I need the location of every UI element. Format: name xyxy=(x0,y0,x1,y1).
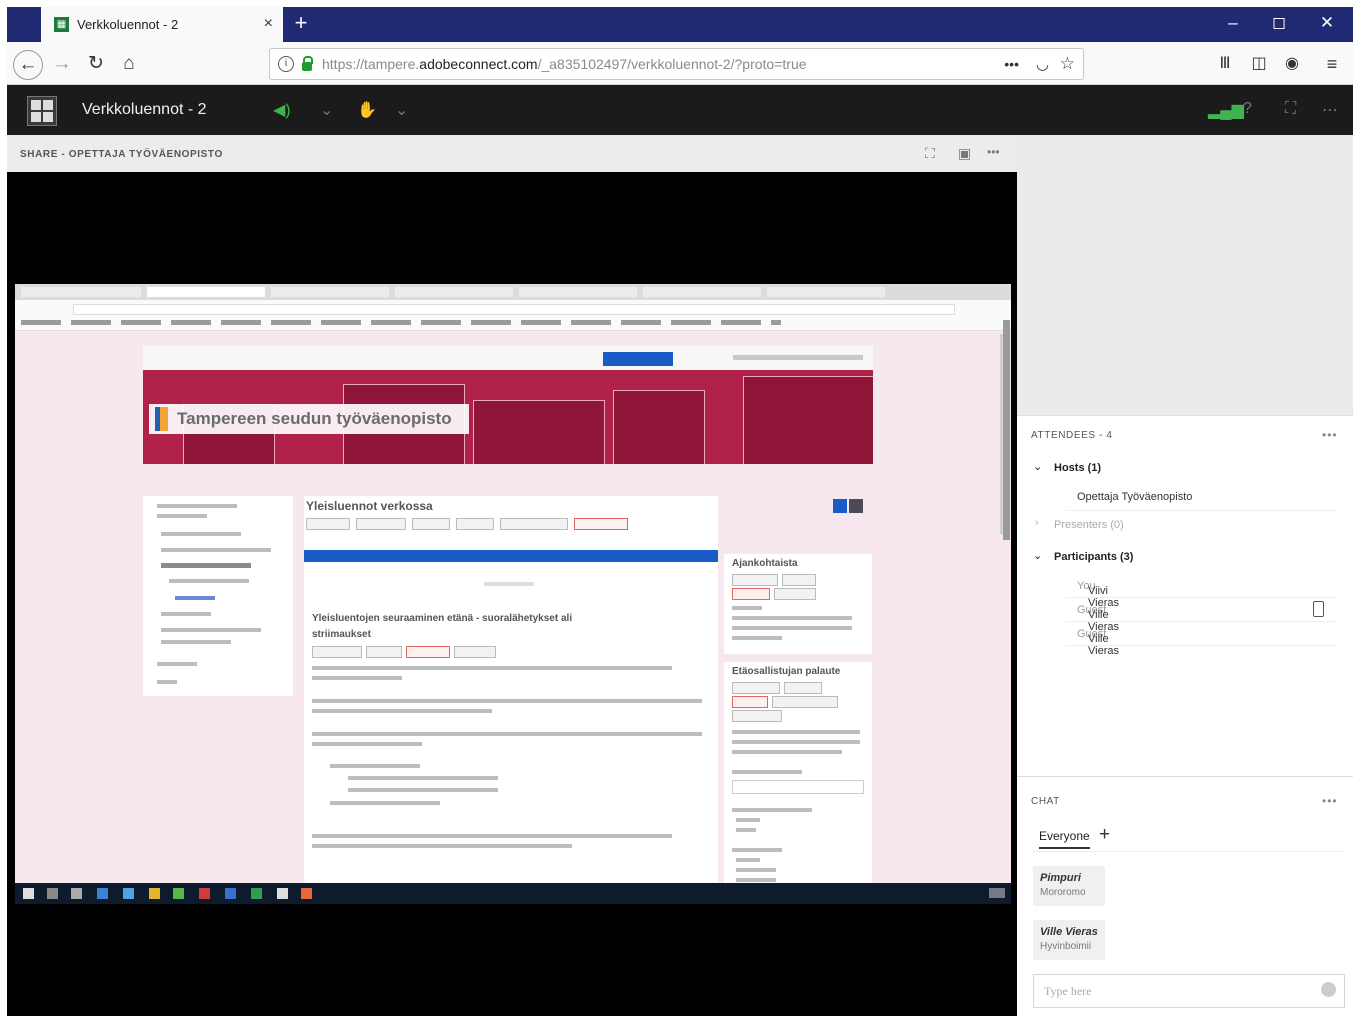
chat-input[interactable]: Type here xyxy=(1033,974,1345,1008)
camera-voice-pod xyxy=(1017,135,1353,415)
share-pod-title: SHARE - OPETTAJA TYÖVÄENOPISTO xyxy=(20,149,223,160)
emoji-icon[interactable] xyxy=(1321,982,1336,997)
chat-text: Mororomo xyxy=(1040,887,1086,898)
feedback-box: Etäosallistujan palaute xyxy=(724,662,872,884)
secure-lock-icon xyxy=(302,55,313,71)
site-info-icon[interactable]: i xyxy=(278,56,294,72)
library-icon[interactable]: Ⅲ xyxy=(1211,50,1239,78)
article-heading-line-1: Yleisluentojen seuraaminen etänä - suora… xyxy=(312,613,573,624)
back-arrow-icon[interactable]: ← xyxy=(13,50,43,80)
share-scrollbar[interactable] xyxy=(1003,320,1010,540)
url-prefix: https://tampere. xyxy=(322,56,420,72)
share-options-menu-button[interactable]: ••• xyxy=(987,145,1000,159)
course-title: Yleisluennot verkossa xyxy=(306,499,433,513)
chat-sender: Ville Vieras xyxy=(1040,926,1098,938)
close-tab-icon[interactable]: × xyxy=(264,15,273,33)
pocket-icon[interactable]: ◡ xyxy=(1036,55,1049,73)
news-box: Ajankohtaista xyxy=(724,554,872,654)
site-top-strip xyxy=(143,346,873,370)
new-tab-button[interactable]: + xyxy=(290,9,312,37)
help-icon[interactable]: ? xyxy=(1243,100,1252,118)
attendee-row[interactable]: Ville Vieras Guest xyxy=(1066,599,1336,633)
site-left-menu xyxy=(143,496,293,696)
add-chat-tab-button[interactable]: + xyxy=(1099,824,1110,846)
group-presenters[interactable]: Presenters (0) xyxy=(1054,519,1124,531)
status-dropdown-icon[interactable]: ⌄ xyxy=(395,100,408,120)
sidebar-toggle-icon[interactable]: ◫ xyxy=(1245,50,1273,78)
chat-menu-button[interactable]: ••• xyxy=(1322,794,1338,808)
chat-message: Ville Vieras Hyvinboimii xyxy=(1033,920,1105,960)
address-bar[interactable]: i https://tampere.adobeconnect.com/_a835… xyxy=(269,48,1084,80)
news-box-title: Ajankohtaista xyxy=(732,558,798,569)
connection-signal-icon[interactable]: ▂▄▆ xyxy=(1208,100,1244,120)
attendees-header: ATTENDEES - 4 xyxy=(1031,430,1113,441)
chevron-right-icon[interactable]: › xyxy=(1035,517,1039,529)
feedback-box-title: Etäosallistujan palaute xyxy=(732,666,841,677)
fullscreen-icon[interactable]: ⛶ xyxy=(1285,100,1296,118)
chevron-down-icon[interactable]: ⌄ xyxy=(1033,549,1042,562)
article-heading-line-2: striimaukset xyxy=(312,629,371,640)
site-logo: Tampereen seudun työväenopisto xyxy=(149,404,469,434)
url-text: https://tampere.adobeconnect.com/_a83510… xyxy=(322,56,807,72)
attendee-row[interactable]: Viivi Vieras You xyxy=(1066,575,1336,609)
close-window-button[interactable]: ✕ xyxy=(1312,10,1342,36)
attendee-name: Opettaja Työväenopisto xyxy=(1077,491,1193,503)
forward-arrow-icon[interactable]: → xyxy=(48,50,76,78)
chat-text: Hyvinboimii xyxy=(1040,941,1092,952)
adobe-connect-favicon-icon: ▦ xyxy=(54,17,69,32)
browser-tab-title: Verkkoluennot - 2 xyxy=(77,17,179,32)
shared-windows-taskbar xyxy=(15,883,1011,904)
fit-width-icon[interactable]: ⛶ xyxy=(925,145,935,162)
chat-sender: Pimpuri xyxy=(1040,872,1081,884)
connect-logo-icon xyxy=(27,96,57,126)
shared-browser-tabs xyxy=(15,284,1011,300)
meeting-title: Verkkoluennot - 2 xyxy=(82,101,207,118)
chat-tab-everyone[interactable]: Everyone xyxy=(1039,829,1090,849)
attendee-row[interactable]: Ville Vieras Guest xyxy=(1066,623,1336,657)
attendee-row[interactable]: Opettaja Työväenopisto xyxy=(1066,486,1336,508)
shared-screen-content: Tampereen seudun työväenopisto Yleisluen… xyxy=(15,284,1011,904)
chevron-down-icon[interactable]: ⌄ xyxy=(1033,460,1042,473)
course-main-column: Yleisluennot verkossa Yleisluentojen seu… xyxy=(304,496,718,884)
connect-app-bar xyxy=(7,85,1353,135)
mobile-device-icon xyxy=(1313,601,1324,617)
group-participants[interactable]: Participants (3) xyxy=(1054,551,1133,563)
url-path: /_a835102497/verkkoluennot-2/?proto=true xyxy=(537,56,807,72)
shared-browser-toolbar xyxy=(15,300,1011,331)
attendees-menu-button[interactable]: ••• xyxy=(1322,428,1338,442)
home-icon[interactable]: ⌂ xyxy=(115,50,143,78)
bookmark-star-icon[interactable]: ☆ xyxy=(1060,54,1075,74)
speaker-icon[interactable]: ◀) xyxy=(273,100,291,120)
account-icon[interactable]: ◉ xyxy=(1278,50,1306,78)
chat-input-placeholder: Type here xyxy=(1044,984,1092,998)
browser-tab-active[interactable]: ▦ Verkkoluennot - 2 × xyxy=(41,7,283,42)
chat-header: CHAT xyxy=(1031,796,1060,807)
speaker-dropdown-icon[interactable]: ⌄ xyxy=(320,100,333,120)
site-name: Tampereen seudun työväenopisto xyxy=(177,409,452,428)
app-menu-icon[interactable]: ⋯ xyxy=(1322,100,1338,120)
raise-hand-icon[interactable]: ✋ xyxy=(357,100,377,120)
hamburger-menu-icon[interactable]: ≡ xyxy=(1318,50,1346,78)
chat-message: Pimpuri Mororomo xyxy=(1033,866,1105,906)
fullscreen-share-icon[interactable]: ▣ xyxy=(958,145,971,162)
group-hosts[interactable]: Hosts (1) xyxy=(1054,462,1101,474)
page-actions-menu-button[interactable]: ••• xyxy=(1004,56,1019,72)
maximize-window-button[interactable]: ◻ xyxy=(1264,10,1294,36)
url-host: adobeconnect.com xyxy=(419,56,538,72)
reload-icon[interactable]: ↻ xyxy=(82,50,110,78)
minimize-window-button[interactable]: – xyxy=(1218,10,1248,36)
